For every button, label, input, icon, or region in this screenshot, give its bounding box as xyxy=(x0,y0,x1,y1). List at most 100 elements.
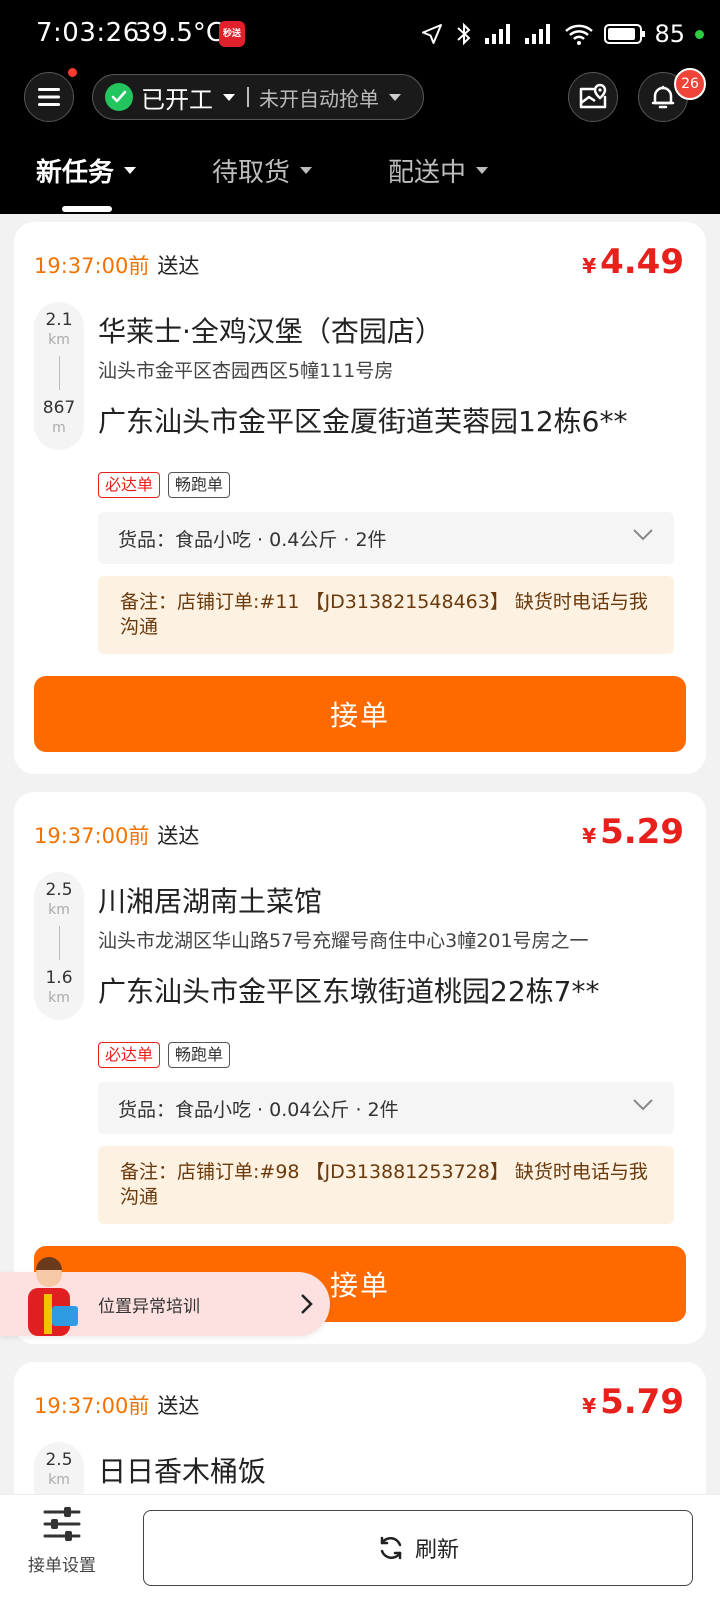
status-bar: 7:03:26 39.5°C 秒送 85 xyxy=(0,0,720,66)
goods-info[interactable]: 货品：食品小吃 · 0.04公斤 · 2件 xyxy=(98,1082,674,1134)
app-root: 7:03:26 39.5°C 秒送 85 已开工 未开自动抢单 26 新任务 待… xyxy=(0,0,720,1600)
deadline: 19:37:00前 送达 xyxy=(34,820,199,850)
deadline-time: 19:37:00前 xyxy=(34,824,150,848)
work-status-label[interactable]: 已开工 xyxy=(141,80,213,115)
status-dot xyxy=(695,29,704,39)
check-icon xyxy=(105,83,133,111)
bell-icon xyxy=(651,85,675,109)
order-card: 19:37:00前 送达 ¥5.29 2.5 km 1.6 km 川湘居湖南土菜馆… xyxy=(14,792,706,1344)
tag-smooth-run: 畅跑单 xyxy=(168,1042,231,1068)
price-value: 5.79 xyxy=(600,1382,684,1422)
order-price: ¥5.29 xyxy=(582,812,684,852)
chevron-down-icon xyxy=(223,93,235,101)
tab-indicator xyxy=(62,206,112,212)
order-remark: 备注：店铺订单:#11 【JD313821548463】 缺货时电话与我沟通 xyxy=(98,576,674,654)
chevron-down-icon xyxy=(476,166,489,174)
tab-new-tasks[interactable]: 新任务 xyxy=(36,150,137,190)
pickup-distance: 2.1 xyxy=(45,310,73,330)
order-settings-button[interactable]: 接单设置 xyxy=(18,1507,106,1576)
distance-indicator: 2.5 km 1.6 km xyxy=(34,872,84,1020)
map-pin-icon xyxy=(579,83,607,109)
battery-icon xyxy=(604,24,646,44)
menu-button[interactable] xyxy=(24,72,74,122)
tab-label: 配送中 xyxy=(388,157,467,188)
order-price: ¥5.79 xyxy=(582,1382,684,1422)
bottom-bar: 接单设置 刷新 xyxy=(0,1494,720,1600)
deliver-label: 送达 xyxy=(157,824,200,848)
menu-notification-dot xyxy=(68,68,77,77)
tab-label: 待取货 xyxy=(212,157,291,188)
deadline-time: 19:37:00前 xyxy=(34,1394,150,1418)
deadline-time: 19:37:00前 xyxy=(34,254,150,278)
dropoff-distance: 1.6 xyxy=(45,968,73,988)
distance-line xyxy=(58,926,60,960)
dropoff-distance-unit: m xyxy=(52,420,66,436)
sliders-icon xyxy=(43,1507,81,1541)
deadline: 19:37:00前 送达 xyxy=(34,250,199,280)
shop-address: 汕头市金平区杏园西区5幢111号房 xyxy=(98,360,394,382)
chevron-down-icon xyxy=(124,166,137,174)
order-card: 19:37:00前 送达 ¥4.49 2.1 km 867 m 华莱士·全鸡汉堡（… xyxy=(14,222,706,774)
auto-grab-label[interactable]: 未开自动抢单 xyxy=(259,83,379,112)
deliver-label: 送达 xyxy=(157,254,200,278)
chevron-down-icon xyxy=(389,93,401,101)
status-temperature: 39.5°C xyxy=(135,18,225,48)
chevron-down-icon xyxy=(633,1099,653,1111)
pickup-distance: 2.5 xyxy=(45,880,73,900)
shop-name: 川湘居湖南土菜馆 xyxy=(98,885,323,918)
header: 7:03:26 39.5°C 秒送 85 已开工 未开自动抢单 26 新任务 待… xyxy=(0,0,720,214)
tab-bar: 新任务 待取货 配送中 xyxy=(0,150,720,214)
order-price: ¥4.49 xyxy=(582,242,684,282)
destination-address: 广东汕头市金平区金厦街道芙蓉园12栋6** xyxy=(98,405,628,438)
deliver-label: 送达 xyxy=(157,1394,200,1418)
location-training-banner[interactable]: 位置异常培训 xyxy=(0,1257,330,1336)
refresh-button[interactable]: 刷新 xyxy=(143,1510,693,1586)
work-status-pill[interactable]: 已开工 未开自动抢单 xyxy=(92,74,424,120)
shop-name: 日日香木桶饭 xyxy=(98,1455,267,1488)
deadline: 19:37:00前 送达 xyxy=(34,1390,199,1420)
goods-text: 货品：食品小吃 · 0.04公斤 · 2件 xyxy=(118,1098,399,1121)
goods-text: 货品：食品小吃 · 0.4公斤 · 2件 xyxy=(118,528,387,551)
courier-avatar-icon xyxy=(28,1257,78,1336)
distance-line xyxy=(58,356,60,390)
dropoff-distance: 867 xyxy=(42,398,76,418)
menu-icon xyxy=(38,88,60,106)
pickup-distance-unit: km xyxy=(48,332,70,348)
chevron-down-icon xyxy=(300,166,313,174)
price-value: 5.29 xyxy=(600,812,684,852)
shop-name: 华莱士·全鸡汉堡（杏园店） xyxy=(98,315,443,348)
bluetooth-icon xyxy=(457,22,471,46)
pickup-distance-unit: km xyxy=(48,902,70,918)
order-tags: 必达单 畅跑单 xyxy=(98,472,231,498)
distance-indicator: 2.1 km 867 m xyxy=(34,302,84,450)
goods-info[interactable]: 货品：食品小吃 · 0.4公斤 · 2件 xyxy=(98,512,674,564)
location-icon xyxy=(422,24,443,44)
dropoff-distance-unit: km xyxy=(48,990,70,1006)
battery-level: 85 xyxy=(654,20,685,48)
currency-symbol: ¥ xyxy=(582,254,597,278)
currency-symbol: ¥ xyxy=(582,1394,597,1418)
settings-label: 接单设置 xyxy=(28,1556,96,1576)
refresh-label: 刷新 xyxy=(414,1538,459,1563)
refresh-icon xyxy=(380,1536,402,1560)
status-time: 7:03:26 xyxy=(36,18,140,48)
wifi-icon xyxy=(565,24,594,45)
shop-address: 汕头市龙湖区华山路57号充耀号商住中心3幢201号房之一 xyxy=(98,930,589,952)
pickup-distance-unit: km xyxy=(48,1472,70,1488)
signal-icon-2 xyxy=(525,24,551,44)
divider xyxy=(247,87,249,107)
toolbar: 已开工 未开自动抢单 26 xyxy=(0,68,720,124)
status-icons: 85 xyxy=(420,17,704,51)
tab-pending-pickup[interactable]: 待取货 xyxy=(212,150,313,190)
order-remark: 备注：店铺订单:#98 【JD313881253728】 缺货时电话与我沟通 xyxy=(98,1146,674,1224)
map-button[interactable] xyxy=(568,72,618,122)
signal-icon xyxy=(485,24,511,44)
destination-address: 广东汕头市金平区东墩街道桃园22栋7** xyxy=(98,975,600,1008)
tab-delivering[interactable]: 配送中 xyxy=(388,150,489,190)
tag-must-deliver: 必达单 xyxy=(98,472,161,498)
chevron-down-icon xyxy=(633,529,653,541)
accept-order-button[interactable]: 接单 xyxy=(34,676,686,752)
tag-must-deliver: 必达单 xyxy=(98,1042,161,1068)
app-badge-icon: 秒送 xyxy=(219,21,245,47)
tag-smooth-run: 畅跑单 xyxy=(168,472,231,498)
